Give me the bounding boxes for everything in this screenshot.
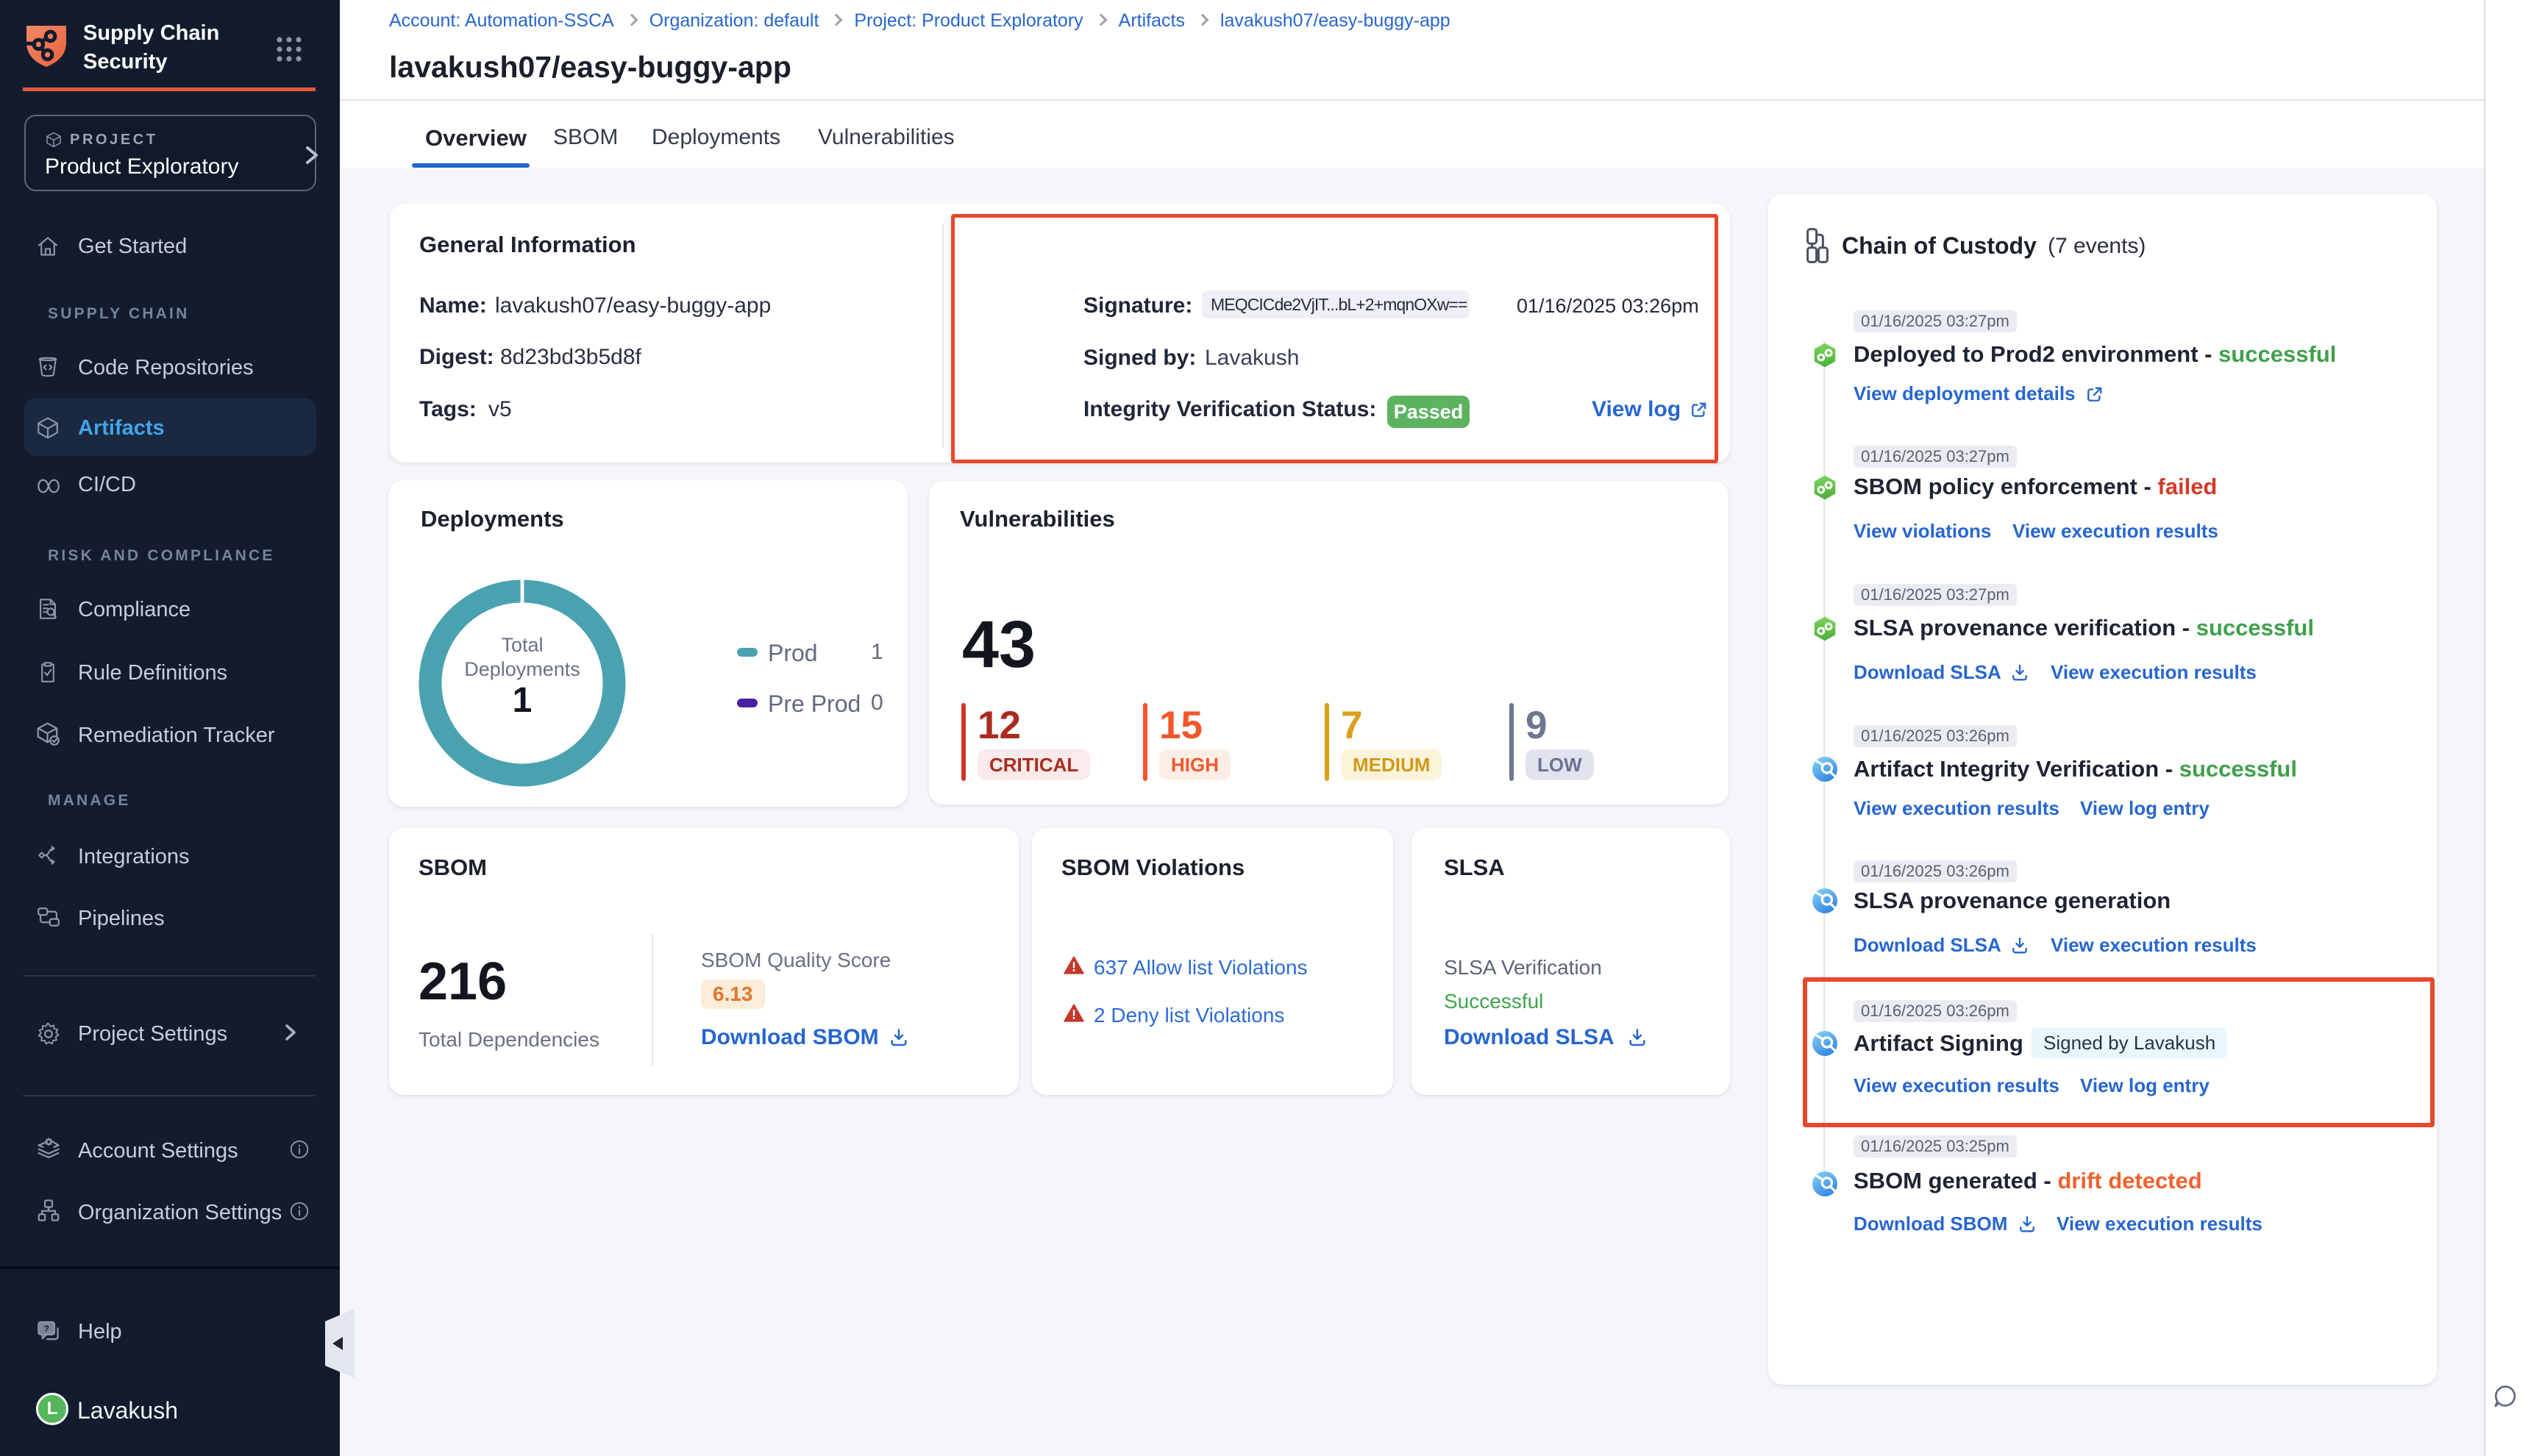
svg-text:?: ? [43, 1324, 49, 1334]
